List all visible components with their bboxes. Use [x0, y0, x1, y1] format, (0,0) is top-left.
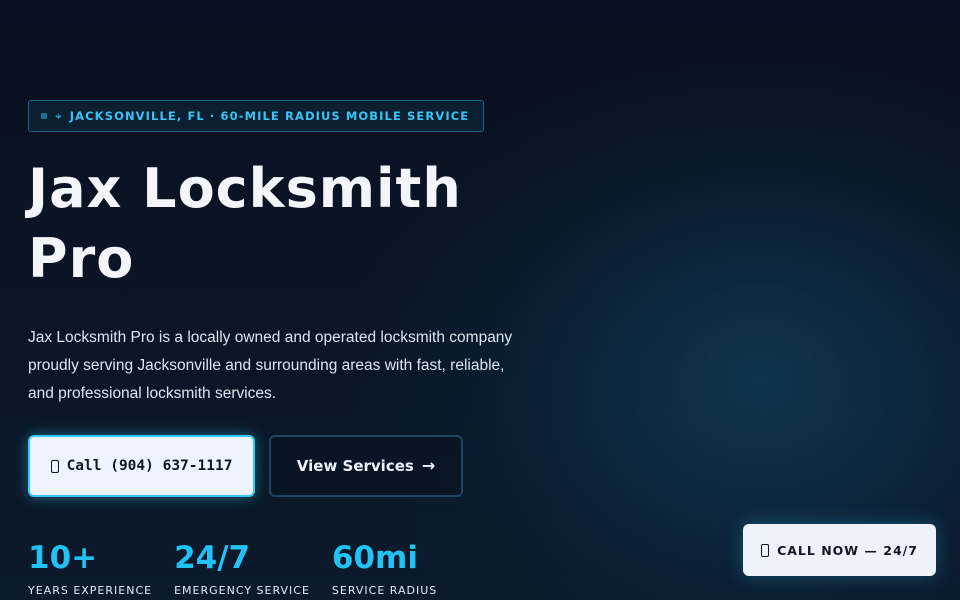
stat-label: SERVICE RADIUS [331, 584, 438, 597]
hero-section: ⌖ JACKSONVILLE, FL · 60-MILE RADIUS MOBI… [28, 100, 548, 408]
hero-description: Jax Locksmith Pro is a locally owned and… [28, 329, 513, 402]
floating-call-now-button[interactable]: CALL NOW — 24/7 [743, 524, 936, 576]
page-title: Jax Locksmith Pro [28, 154, 548, 294]
stat-years-experience: 10+ YEARS EXPERIENCE [28, 538, 152, 597]
view-services-button[interactable]: View Services → [269, 435, 463, 497]
arrow-right-icon: → [421, 456, 436, 475]
location-badge: ⌖ JACKSONVILLE, FL · 60-MILE RADIUS MOBI… [28, 100, 485, 132]
stat-value: 60mi [331, 540, 418, 576]
stat-value: 10+ [28, 540, 98, 576]
badge-dot-icon [41, 113, 47, 119]
call-phone-button-label: Call (904) 637-1117 [66, 458, 233, 474]
page-title-line-1: Jax Locksmith [28, 157, 462, 220]
floating-call-now-label: CALL NOW — 24/7 [777, 542, 918, 558]
stat-emergency-service: 24/7 EMERGENCY SERVICE [174, 538, 310, 597]
phone-icon [761, 543, 770, 557]
view-services-button-label: View Services [296, 457, 414, 475]
stat-label: EMERGENCY SERVICE [174, 584, 310, 597]
stat-label: YEARS EXPERIENCE [28, 584, 153, 597]
map-pin-icon: ⌖ [55, 109, 62, 123]
location-badge-text: JACKSONVILLE, FL · 60-MILE RADIUS MOBILE… [69, 109, 470, 123]
call-phone-button[interactable]: Call (904) 637-1117 [28, 435, 255, 497]
page-title-line-2: Pro [28, 227, 135, 290]
stat-value: 24/7 [174, 540, 251, 576]
phone-icon [50, 459, 59, 473]
cta-group: Call (904) 637-1117 View Services → [28, 435, 463, 497]
stat-service-radius: 60mi SERVICE RADIUS [332, 538, 437, 597]
stats-row: 10+ YEARS EXPERIENCE 24/7 EMERGENCY SERV… [28, 538, 459, 597]
